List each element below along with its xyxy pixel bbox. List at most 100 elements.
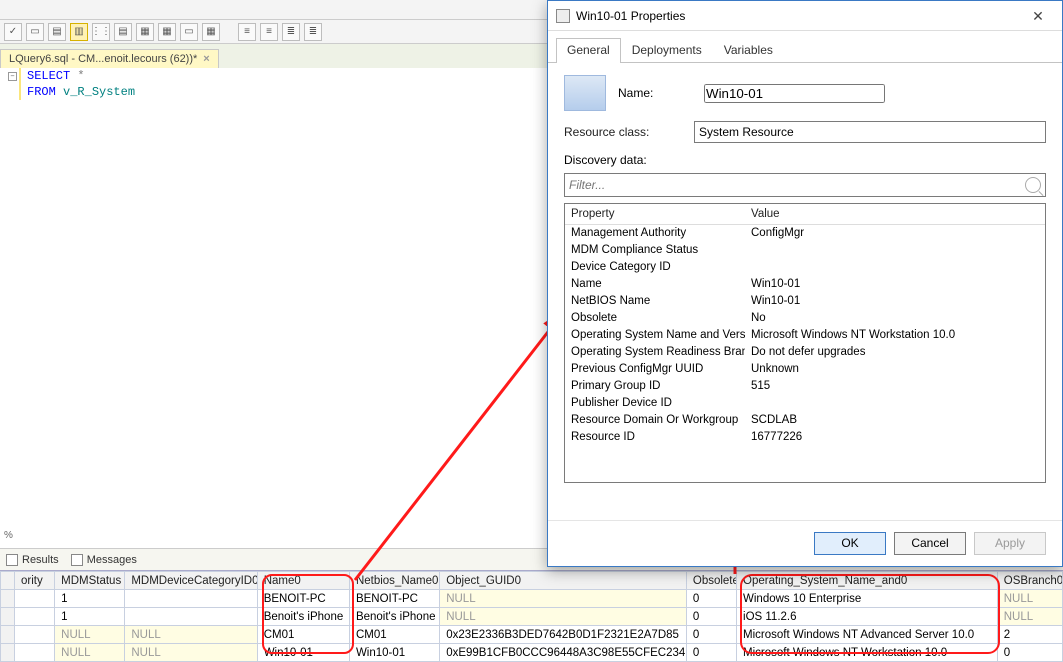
indent-icon[interactable]: ≡ xyxy=(238,23,256,41)
cell[interactable]: Microsoft Windows NT Advanced Server 10.… xyxy=(737,626,998,644)
cell[interactable]: 1 xyxy=(55,590,125,608)
cell[interactable]: NULL xyxy=(997,608,1062,626)
cell[interactable]: NULL xyxy=(55,626,125,644)
property-row[interactable]: MDM Compliance Status xyxy=(565,242,1045,259)
table-row[interactable]: NULLNULLCM01CM010x23E2336B3DED7642B0D1F2… xyxy=(1,626,1063,644)
tool-5[interactable]: ⋮⋮ xyxy=(92,23,110,41)
cell[interactable]: Microsoft Windows NT Workstation 10.0 xyxy=(737,644,998,662)
comment-icon[interactable]: ≣ xyxy=(282,23,300,41)
property-row[interactable]: Operating System Name and Versi...Micros… xyxy=(565,327,1045,344)
table-row[interactable]: 1Benoit's iPhoneBenoit's iPhoneNULL0iOS … xyxy=(1,608,1063,626)
cell[interactable] xyxy=(1,608,15,626)
property-list[interactable]: Property Value Management AuthorityConfi… xyxy=(564,203,1046,483)
cell[interactable]: CM01 xyxy=(257,626,349,644)
cell[interactable] xyxy=(1,626,15,644)
results-grid[interactable]: ority MDMStatus MDMDeviceCategoryID0 Nam… xyxy=(0,570,1063,662)
col-mdmcat[interactable]: MDMDeviceCategoryID0 xyxy=(125,572,257,590)
cell[interactable] xyxy=(125,608,257,626)
property-row[interactable]: Publisher Device ID xyxy=(565,395,1045,412)
cell[interactable]: 0 xyxy=(686,608,736,626)
cell[interactable]: Benoit's iPhone xyxy=(257,608,349,626)
cell[interactable]: NULL xyxy=(125,626,257,644)
cell[interactable] xyxy=(1,644,15,662)
cell[interactable]: NULL xyxy=(997,590,1062,608)
property-row[interactable]: ObsoleteNo xyxy=(565,310,1045,327)
property-row[interactable]: Previous ConfigMgr UUIDUnknown xyxy=(565,361,1045,378)
cell[interactable]: BENOIT-PC xyxy=(257,590,349,608)
tool-7[interactable]: ▦ xyxy=(136,23,154,41)
tab-results[interactable]: Results xyxy=(6,554,59,566)
tool-4[interactable]: ▥ xyxy=(70,23,88,41)
cell[interactable]: 0 xyxy=(686,644,736,662)
cell[interactable]: Win10-01 xyxy=(257,644,349,662)
cell[interactable]: 0 xyxy=(686,626,736,644)
table-row[interactable]: 1BENOIT-PCBENOIT-PCNULL0Windows 10 Enter… xyxy=(1,590,1063,608)
cell[interactable] xyxy=(15,590,55,608)
cancel-button[interactable]: Cancel xyxy=(894,532,966,555)
cell[interactable] xyxy=(15,626,55,644)
property-row[interactable]: Operating System Readiness Bran...Do not… xyxy=(565,344,1045,361)
cell[interactable] xyxy=(15,608,55,626)
col-name0[interactable]: Name0 xyxy=(257,572,349,590)
col-guid[interactable]: Object_GUID0 xyxy=(440,572,687,590)
resclass-field[interactable] xyxy=(694,121,1046,143)
table-row[interactable]: NULLNULLWin10-01Win10-010xE99B1CFB0CCC96… xyxy=(1,644,1063,662)
name-field[interactable] xyxy=(704,84,885,103)
property-row[interactable]: Primary Group ID515 xyxy=(565,378,1045,395)
property-row[interactable]: Resource Domain Or WorkgroupSCDLAB xyxy=(565,412,1045,429)
cell[interactable]: Windows 10 Enterprise xyxy=(737,590,998,608)
cell[interactable]: NULL xyxy=(55,644,125,662)
cell[interactable]: NULL xyxy=(440,590,687,608)
tool-8[interactable]: ▦ xyxy=(158,23,176,41)
tool-2[interactable]: ▭ xyxy=(26,23,44,41)
property-row[interactable]: Management AuthorityConfigMgr xyxy=(565,225,1045,242)
property-row[interactable]: NameWin10-01 xyxy=(565,276,1045,293)
col-property[interactable]: Property xyxy=(565,204,745,225)
filter-input[interactable] xyxy=(569,178,1025,192)
col-netbios[interactable]: Netbios_Name0 xyxy=(349,572,439,590)
cell[interactable]: Win10-01 xyxy=(349,644,439,662)
cell[interactable]: 2 xyxy=(997,626,1062,644)
cell[interactable]: BENOIT-PC xyxy=(349,590,439,608)
tab-general[interactable]: General xyxy=(556,38,621,63)
property-row[interactable]: Device Category ID xyxy=(565,259,1045,276)
close-icon[interactable]: × xyxy=(203,53,209,65)
fold-icon[interactable]: – xyxy=(8,72,17,81)
property-row[interactable]: Resource ID16777226 xyxy=(565,429,1045,446)
search-icon[interactable] xyxy=(1025,177,1041,193)
cell[interactable]: NULL xyxy=(125,644,257,662)
tab-deployments[interactable]: Deployments xyxy=(621,38,713,63)
filter-box[interactable] xyxy=(564,173,1046,197)
tool-3[interactable]: ▤ xyxy=(48,23,66,41)
cell[interactable]: CM01 xyxy=(349,626,439,644)
col-os[interactable]: Operating_System_Name_and0 xyxy=(737,572,998,590)
cell[interactable]: 1 xyxy=(55,608,125,626)
col-obsolete[interactable]: Obsolete0 xyxy=(686,572,736,590)
ok-button[interactable]: OK xyxy=(814,532,886,555)
cell[interactable]: 0xE99B1CFB0CCC96448A3C98E55CFEC234 xyxy=(440,644,687,662)
uncomment-icon[interactable]: ≣ xyxy=(304,23,322,41)
cell[interactable]: 0 xyxy=(686,590,736,608)
editor-tab[interactable]: LQuery6.sql - CM...enoit.lecours (62))* … xyxy=(0,49,219,68)
col-mdmstatus[interactable]: MDMStatus xyxy=(55,572,125,590)
tab-messages[interactable]: Messages xyxy=(71,554,137,566)
cell[interactable] xyxy=(125,590,257,608)
cell[interactable] xyxy=(1,590,15,608)
property-row[interactable]: NetBIOS NameWin10-01 xyxy=(565,293,1045,310)
close-button[interactable]: ✕ xyxy=(1020,5,1056,27)
col-ority[interactable]: ority xyxy=(15,572,55,590)
cell[interactable]: 0x23E2336B3DED7642B0D1F2321E2A7D85 xyxy=(440,626,687,644)
tool-1[interactable]: ✓ xyxy=(4,23,22,41)
cell[interactable]: Benoit's iPhone xyxy=(349,608,439,626)
tool-10[interactable]: ▦ xyxy=(202,23,220,41)
tool-9[interactable]: ▭ xyxy=(180,23,198,41)
cell[interactable] xyxy=(15,644,55,662)
tool-6[interactable]: ▤ xyxy=(114,23,132,41)
col-value[interactable]: Value xyxy=(745,204,1045,225)
cell[interactable]: NULL xyxy=(440,608,687,626)
tab-variables[interactable]: Variables xyxy=(713,38,784,63)
outdent-icon[interactable]: ≡ xyxy=(260,23,278,41)
dialog-titlebar[interactable]: Win10-01 Properties ✕ xyxy=(548,1,1062,31)
col-osbranch[interactable]: OSBranch01 xyxy=(997,572,1062,590)
cell[interactable]: iOS 11.2.6 xyxy=(737,608,998,626)
